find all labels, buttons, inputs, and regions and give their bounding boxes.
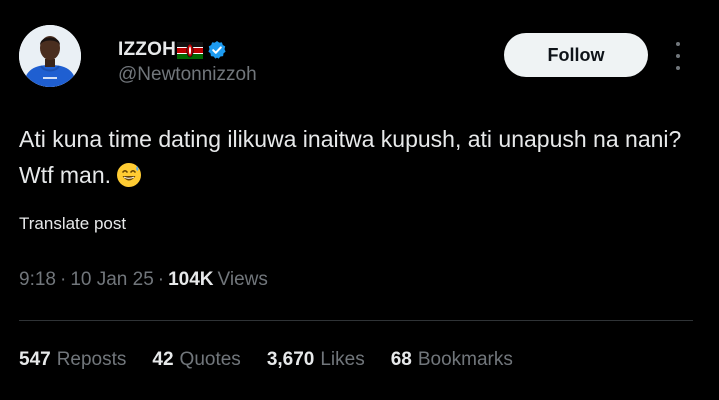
engagement-stats: 547 Reposts 42 Quotes 3,670 Likes 68 Boo… <box>19 349 539 371</box>
tweet-text: Ati kuna time dating ilikuwa inaitwa kup… <box>19 121 689 193</box>
divider <box>19 320 693 321</box>
meta-separator: · <box>59 269 67 290</box>
meta-separator: · <box>157 269 165 290</box>
author-info[interactable]: IZZOH @Newtonnizzoh <box>118 38 257 86</box>
quotes-stat[interactable]: 42 Quotes <box>152 349 240 371</box>
tweet-time[interactable]: 9:18 <box>19 269 56 291</box>
more-dot <box>676 66 680 70</box>
quotes-label: Quotes <box>179 349 241 370</box>
views-count: 104K <box>168 269 214 290</box>
reposts-stat[interactable]: 547 Reposts <box>19 349 126 371</box>
display-name-row: IZZOH <box>118 38 257 62</box>
avatar-photo <box>19 25 81 87</box>
more-options-icon[interactable] <box>671 42 685 70</box>
bookmarks-stat[interactable]: 68 Bookmarks <box>391 349 513 371</box>
bookmarks-label: Bookmarks <box>417 349 513 370</box>
tweet-meta: 9:18 · 10 Jan 25 · 104K Views <box>19 269 268 291</box>
verified-badge-icon <box>207 40 227 60</box>
handle[interactable]: @Newtonnizzoh <box>118 64 257 86</box>
display-name[interactable]: IZZOH <box>118 39 176 61</box>
likes-stat[interactable]: 3,670 Likes <box>267 349 365 371</box>
likes-label: Likes <box>320 349 365 370</box>
quotes-count: 42 <box>152 349 174 370</box>
translate-post-link[interactable]: Translate post <box>19 214 126 234</box>
tweet-date[interactable]: 10 Jan 25 <box>70 269 153 291</box>
follow-button[interactable]: Follow <box>504 33 648 77</box>
kenya-flag-icon <box>177 41 203 59</box>
tweet-card: IZZOH @Newtonnizzoh Follow Ati kuna time… <box>0 0 719 400</box>
more-dot <box>676 54 680 58</box>
more-dot <box>676 42 680 46</box>
grinning-sweat-emoji-icon <box>116 162 142 188</box>
reposts-count: 547 <box>19 349 51 370</box>
likes-count: 3,670 <box>266 349 315 370</box>
bookmarks-count: 68 <box>390 349 412 370</box>
avatar[interactable] <box>19 25 81 87</box>
reposts-label: Reposts <box>56 349 127 370</box>
views-label: Views <box>217 269 268 290</box>
